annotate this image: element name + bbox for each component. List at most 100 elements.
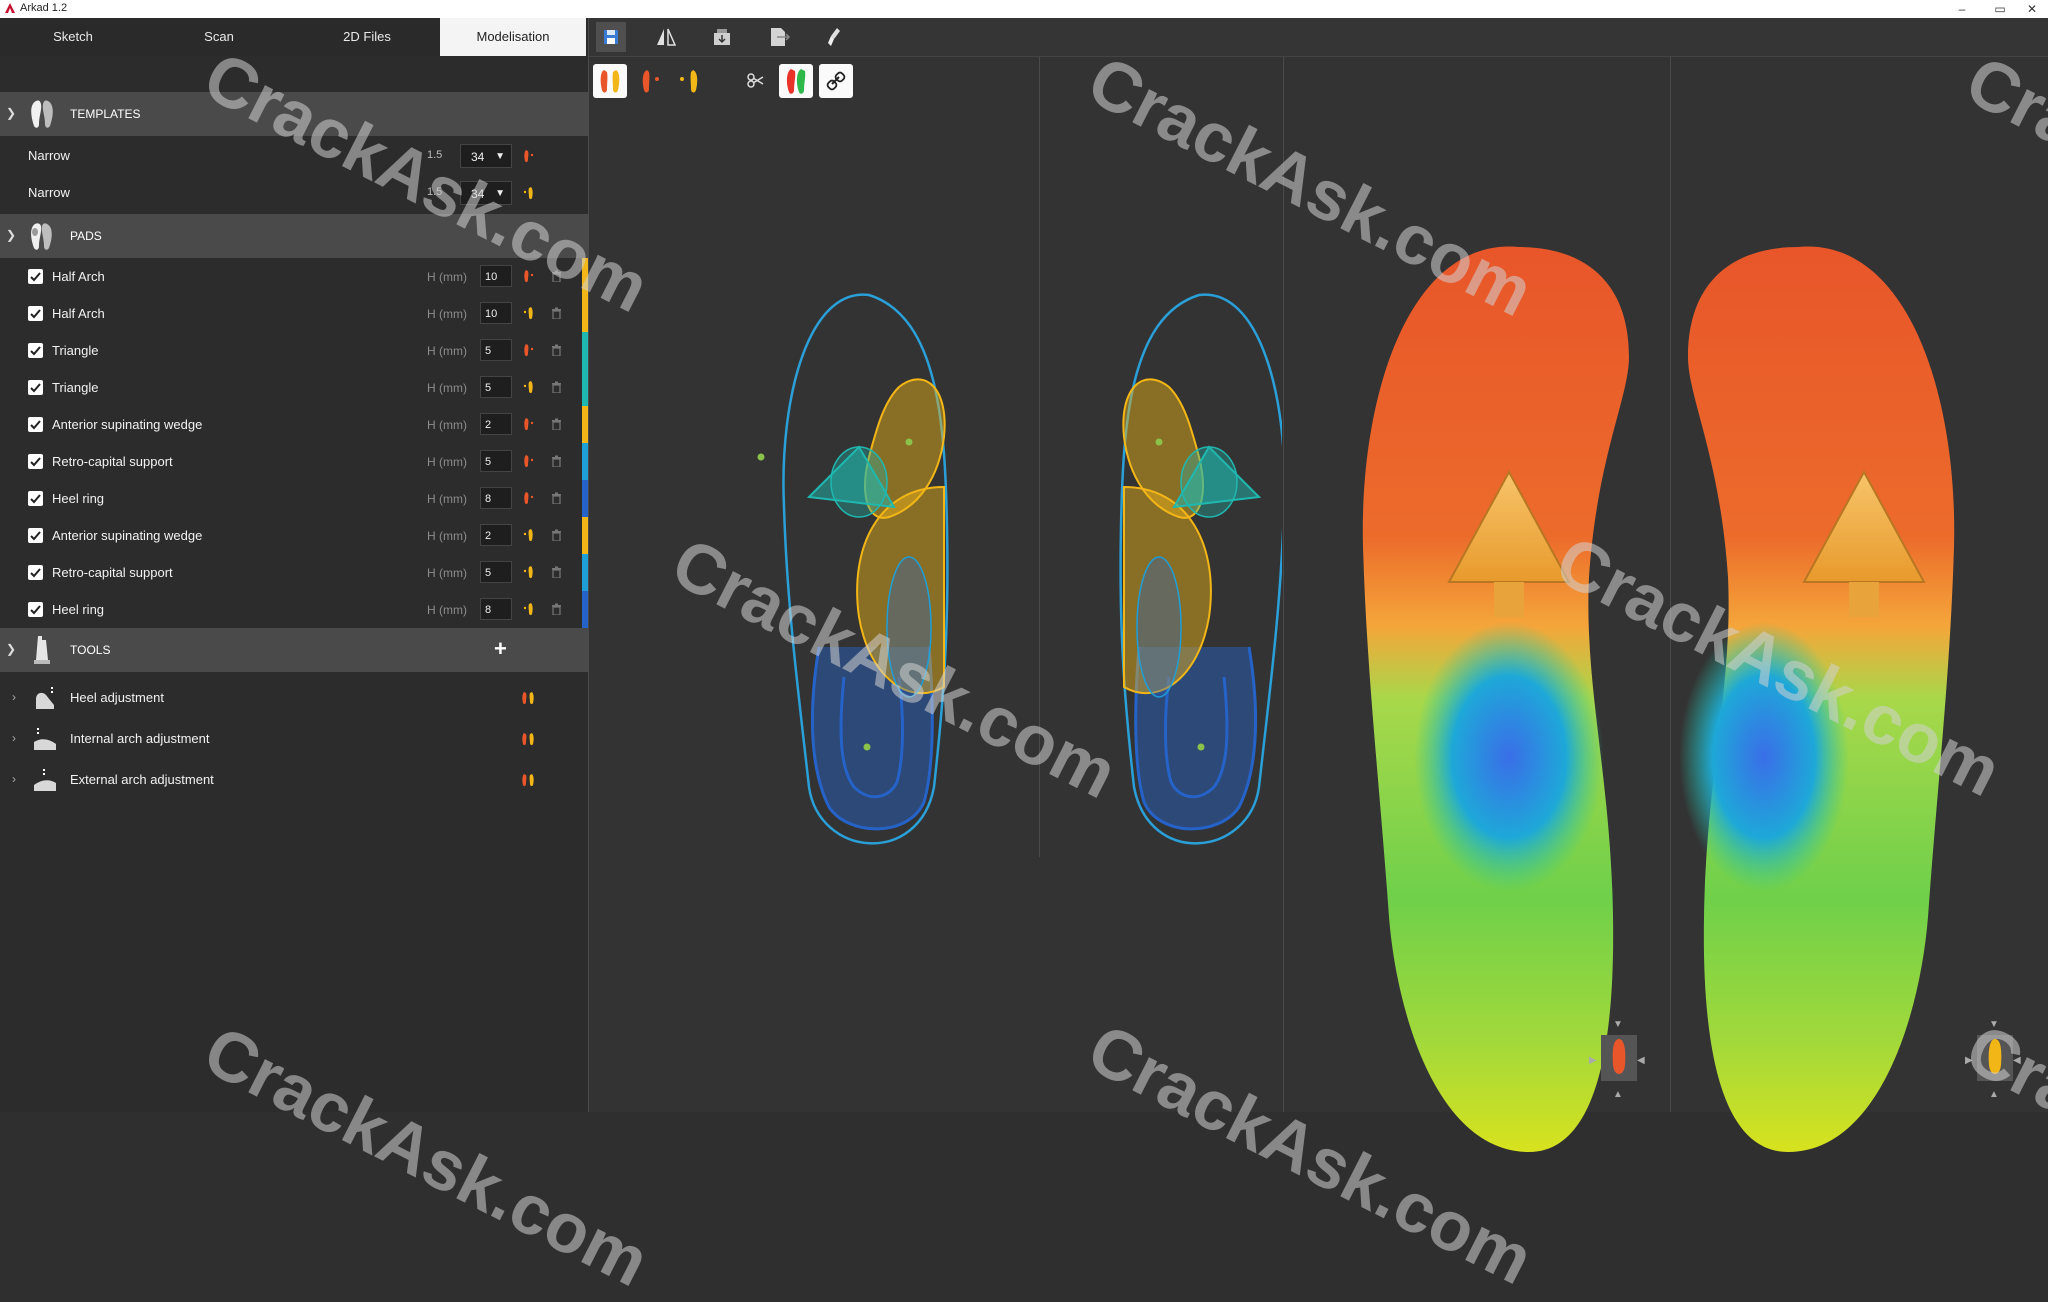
pad-checkbox[interactable]: [28, 343, 43, 358]
pad-checkbox[interactable]: [28, 491, 43, 506]
add-tool-button[interactable]: +: [494, 636, 507, 662]
mode-tabs: Sketch Scan 2D Files Modelisation: [0, 18, 588, 56]
pad-name: Retro-capital support: [52, 565, 173, 580]
tools-section-header[interactable]: ❯ TOOLS +: [0, 628, 588, 672]
link-icon[interactable]: [819, 64, 853, 98]
left-foot-icon[interactable]: [522, 380, 536, 394]
chevron-right-icon[interactable]: ›: [12, 690, 16, 704]
left-foot-view-button[interactable]: [673, 64, 707, 98]
right-view-navigator[interactable]: ▼ ▶ ◀ ▲: [1589, 1019, 1649, 1100]
pad-color-bar: [582, 554, 588, 591]
chevron-down-icon[interactable]: ❯: [6, 228, 16, 242]
trash-icon[interactable]: [551, 307, 562, 319]
right-foot-view-button[interactable]: [633, 64, 667, 98]
tool-row[interactable]: › External arch adjustment: [0, 762, 588, 799]
tool-row[interactable]: › Heel adjustment: [0, 680, 588, 717]
pad-checkbox[interactable]: [28, 602, 43, 617]
pad-name: Triangle: [52, 343, 99, 358]
pad-height-input[interactable]: 2: [480, 524, 512, 546]
right-foot-icon[interactable]: [522, 149, 536, 163]
pad-checkbox[interactable]: [28, 380, 43, 395]
arrow-left-icon[interactable]: ▶: [1589, 1055, 1597, 1066]
heel-adjustment-icon: [36, 687, 54, 709]
mirror-icon[interactable]: [651, 22, 681, 52]
insole-heightmap-view: [1362, 246, 1955, 1152]
pad-outline-view: [757, 293, 1282, 845]
import-icon[interactable]: [707, 22, 737, 52]
trash-icon[interactable]: [551, 418, 562, 430]
brush-icon[interactable]: [819, 22, 849, 52]
scissors-icon[interactable]: [739, 64, 773, 98]
pad-checkbox[interactable]: [28, 417, 43, 432]
chevron-right-icon[interactable]: ›: [12, 731, 16, 745]
pad-height-input[interactable]: 5: [480, 450, 512, 472]
pad-row: Heel ring H (mm) 8: [0, 480, 588, 517]
tab-2d-files[interactable]: 2D Files: [294, 18, 440, 56]
pad-name: Triangle: [52, 380, 99, 395]
pad-height-input[interactable]: 8: [480, 598, 512, 620]
pad-checkbox[interactable]: [28, 269, 43, 284]
tab-modelisation[interactable]: Modelisation: [440, 18, 586, 56]
trash-icon[interactable]: [551, 455, 562, 467]
pad-color-bar: [582, 517, 588, 554]
trash-icon[interactable]: [551, 344, 562, 356]
pad-height-input[interactable]: 2: [480, 413, 512, 435]
right-insole-3d: [1362, 246, 1629, 1152]
pad-height-input[interactable]: 10: [480, 302, 512, 324]
both-feet-view-button[interactable]: [593, 64, 627, 98]
right-foot-icon[interactable]: [522, 343, 536, 357]
restore-button[interactable]: ▭: [1982, 0, 2018, 18]
right-foot-icon[interactable]: [522, 454, 536, 468]
chevron-right-icon[interactable]: ›: [12, 772, 16, 786]
chevron-down-icon[interactable]: ❯: [6, 642, 16, 656]
both-feet-icon[interactable]: [521, 732, 535, 746]
pad-height-input[interactable]: 5: [480, 339, 512, 361]
pad-height-label: H (mm): [427, 529, 467, 543]
tab-scan[interactable]: Scan: [146, 18, 292, 56]
tool-label: Internal arch adjustment: [70, 731, 210, 746]
pad-checkbox[interactable]: [28, 565, 43, 580]
tools-icon: [34, 636, 50, 664]
save-icon[interactable]: [596, 22, 626, 52]
pad-row: Triangle H (mm) 5: [0, 332, 588, 369]
pad-checkbox[interactable]: [28, 528, 43, 543]
left-foot-icon[interactable]: [522, 306, 536, 320]
chevron-down-icon: ▼: [495, 151, 505, 162]
right-foot-thumbnail[interactable]: [1601, 1035, 1637, 1081]
tab-sketch[interactable]: Sketch: [0, 18, 146, 56]
pad-checkbox[interactable]: [28, 306, 43, 321]
pad-height-input[interactable]: 5: [480, 376, 512, 398]
color-map-button[interactable]: [779, 64, 813, 98]
export-icon[interactable]: [763, 22, 793, 52]
pad-name: Heel ring: [52, 491, 105, 506]
pad-name: Half Arch: [52, 269, 105, 284]
minimize-button[interactable]: –: [1944, 0, 1980, 18]
right-foot-icon[interactable]: [522, 417, 536, 431]
trash-icon[interactable]: [551, 603, 562, 615]
trash-icon[interactable]: [551, 566, 562, 578]
left-foot-icon[interactable]: [522, 565, 536, 579]
chevron-down-icon[interactable]: ❯: [6, 106, 16, 120]
both-feet-icon[interactable]: [521, 773, 535, 787]
right-foot-icon[interactable]: [522, 491, 536, 505]
arrow-down-icon[interactable]: ▲: [1613, 1089, 1623, 1100]
pad-height-input[interactable]: 5: [480, 561, 512, 583]
trash-icon[interactable]: [551, 529, 562, 541]
template-name: Narrow: [28, 148, 70, 163]
arrow-right-icon[interactable]: ◀: [1637, 1055, 1645, 1066]
close-button[interactable]: ✕: [2014, 0, 2048, 18]
both-feet-icon[interactable]: [521, 691, 535, 705]
pad-row: Anterior supinating wedge H (mm) 2: [0, 406, 588, 443]
left-foot-icon[interactable]: [522, 528, 536, 542]
tool-row[interactable]: › Internal arch adjustment: [0, 721, 588, 758]
external-arch-icon: [34, 769, 56, 791]
trash-icon[interactable]: [551, 492, 562, 504]
left-foot-icon[interactable]: [522, 602, 536, 616]
arrow-up-icon[interactable]: ▼: [1613, 1019, 1623, 1030]
pad-height-label: H (mm): [427, 344, 467, 358]
tools-title: TOOLS: [70, 643, 111, 657]
trash-icon[interactable]: [551, 381, 562, 393]
pad-name: Retro-capital support: [52, 454, 173, 469]
pad-height-input[interactable]: 8: [480, 487, 512, 509]
pad-checkbox[interactable]: [28, 454, 43, 469]
